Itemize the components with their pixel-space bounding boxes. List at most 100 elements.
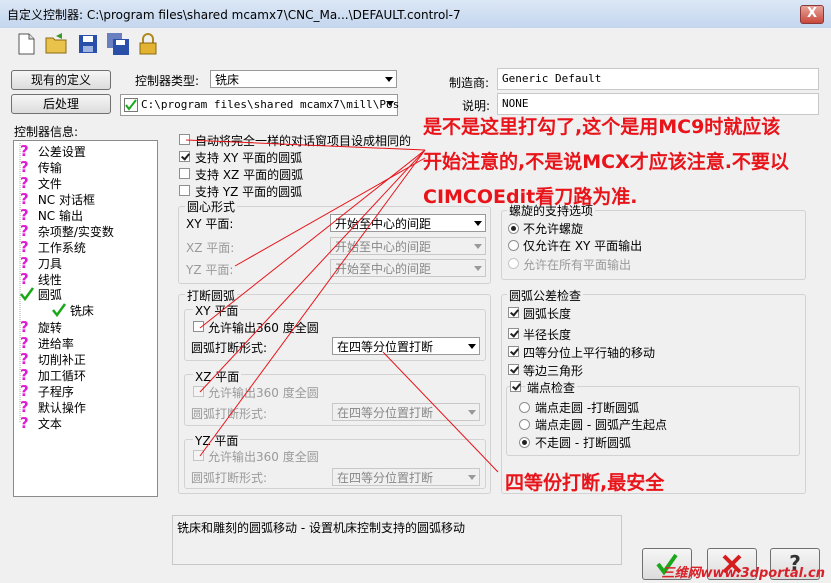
question-icon: ?: [20, 414, 29, 432]
question-icon: ?: [20, 190, 29, 208]
quad-move-checkbox[interactable]: [508, 346, 519, 357]
center-form-title: 圆心形式: [185, 198, 238, 215]
spiral-xy-radio[interactable]: [508, 240, 519, 251]
annotation-line1: 是不是这里打勾了,这个是用MC9时就应该: [423, 116, 781, 138]
post-path-select[interactable]: C:\program files\shared mcamx7\mill\Pos: [120, 94, 400, 116]
post-path-value: C:\program files\shared mcamx7\mill\Pos: [141, 98, 400, 111]
center-xz-label: XZ 平面:: [186, 241, 235, 255]
xz-form-label: 圆弧打断形式:: [191, 407, 268, 421]
tree-item-label: 文件: [37, 177, 62, 191]
question-icon: ?: [20, 254, 29, 272]
xz-form-value: 在四等分位置打断: [337, 406, 434, 420]
tree-item-mill[interactable]: 铣床: [52, 303, 94, 319]
question-icon: ?: [20, 318, 29, 336]
tree-item-subprogram[interactable]: ? 子程序: [20, 383, 74, 399]
save-icon[interactable]: [76, 32, 100, 56]
arc-length-checkbox[interactable]: [508, 307, 519, 318]
endpoint-start-label: 端点走圆 - 圆弧产生起点: [535, 418, 667, 432]
question-icon: ?: [20, 222, 29, 240]
tree-item-label: 公差设置: [37, 145, 86, 159]
center-xy-select[interactable]: 开始至中心的间距: [330, 214, 486, 232]
yz-form-label: 圆弧打断形式:: [191, 471, 268, 485]
tree-item-label: 刀具: [37, 257, 62, 271]
tree-item-label: 线性: [37, 273, 62, 287]
yz-form-value: 在四等分位置打断: [337, 471, 434, 485]
current-definition-button[interactable]: 现有的定义: [11, 70, 111, 90]
tree-item-file[interactable]: ? 文件: [20, 175, 62, 191]
equi-triangle-label: 等边三角形: [523, 364, 584, 378]
yz-arc-checkbox[interactable]: [179, 185, 190, 196]
xz-allow360-checkbox[interactable]: [193, 386, 204, 397]
tree-item-cycles[interactable]: ? 加工循环: [20, 367, 86, 383]
question-icon: ?: [20, 238, 29, 256]
controller-type-select[interactable]: 铣床: [210, 70, 397, 88]
xy-form-select[interactable]: 在四等分位置打断: [332, 337, 480, 355]
open-folder-icon[interactable]: [44, 32, 68, 56]
yz-allow360-label: 允许输出360 度全圆: [208, 450, 319, 464]
tree-item-work-system[interactable]: ? 工作系统: [20, 239, 86, 255]
center-yz-value: 开始至中心的间距: [335, 262, 432, 276]
tree-item-default-ops[interactable]: ? 默认操作: [20, 399, 86, 415]
manufacturer-field[interactable]: Generic Default: [497, 68, 819, 90]
radius-length-label: 半径长度: [523, 328, 572, 342]
new-file-icon[interactable]: [14, 32, 38, 56]
auto-same-label: 自动将完全一样的对话窗项目设成相同的: [195, 134, 412, 148]
tree-item-misc-vars[interactable]: ? 杂项整/实变数: [20, 223, 114, 239]
tree-item-rotary[interactable]: ? 旋转: [20, 319, 62, 335]
auto-same-checkbox[interactable]: [179, 134, 190, 145]
post-processor-button[interactable]: 后处理: [11, 94, 111, 114]
tree-item-tool[interactable]: ? 刀具: [20, 255, 62, 271]
green-check-icon: [20, 287, 35, 302]
question-icon: ?: [20, 350, 29, 368]
chevron-down-icon: [385, 77, 393, 82]
controller-info-label: 控制器信息:: [14, 125, 79, 139]
endpoint-checkbox[interactable]: [510, 381, 521, 392]
chevron-down-icon: [474, 266, 482, 271]
tree-item-label: 圆弧: [37, 288, 62, 302]
xy-allow360-checkbox[interactable]: [193, 321, 204, 332]
tree-item-label: 杂项整/实变数: [37, 225, 114, 239]
watermark: 三维网www.3dportal.cn: [661, 566, 825, 581]
tree-item-label: 子程序: [37, 385, 74, 399]
tree-item-tolerance[interactable]: ? 公差设置: [20, 143, 86, 159]
center-xz-value: 开始至中心的间距: [335, 240, 432, 254]
endpoint-start-radio[interactable]: [519, 419, 530, 430]
tree-item-nc-dialog[interactable]: ? NC 对话框: [20, 191, 95, 207]
xz-form-select[interactable]: 在四等分位置打断: [332, 403, 480, 421]
arc-length-label: 圆弧长度: [523, 307, 572, 321]
xz-arc-checkbox[interactable]: [179, 168, 190, 179]
xy-arc-checkbox[interactable]: [179, 151, 190, 162]
annotation-line2: 开始注意的,不是说MCX才应该注意.不要以: [423, 151, 789, 173]
yz-form-select[interactable]: 在四等分位置打断: [332, 468, 480, 486]
center-xz-select[interactable]: 开始至中心的间距: [330, 237, 486, 255]
close-button[interactable]: X: [800, 5, 824, 24]
spiral-no-radio[interactable]: [508, 223, 519, 234]
tree-item-linear[interactable]: ? 线性: [20, 271, 62, 287]
question-icon: ?: [20, 142, 29, 160]
spiral-all-radio[interactable]: [508, 258, 519, 269]
tree-item-arc[interactable]: 圆弧: [20, 287, 62, 303]
lock-icon[interactable]: [136, 32, 160, 56]
tree-item-cutter-comp[interactable]: ? 切削补正: [20, 351, 86, 367]
xy-arc-label: 支持 XY 平面的圆弧: [195, 151, 303, 165]
question-icon: ?: [20, 334, 29, 352]
yz-allow360-checkbox[interactable]: [193, 450, 204, 461]
chevron-down-icon: [468, 475, 476, 480]
question-icon: ?: [20, 270, 29, 288]
radius-length-checkbox[interactable]: [508, 328, 519, 339]
chevron-down-icon: [474, 221, 482, 226]
controller-type-value: 铣床: [215, 73, 240, 87]
center-yz-select[interactable]: 开始至中心的间距: [330, 259, 486, 277]
tree-item-nc-output[interactable]: ? NC 输出: [20, 207, 83, 223]
break-xy-title: XY 平面: [193, 302, 241, 319]
tree-item-feedrate[interactable]: ? 进给率: [20, 335, 74, 351]
endpoint-none-radio[interactable]: [519, 437, 530, 448]
tree-item-transfer[interactable]: ? 传输: [20, 159, 62, 175]
equi-triangle-checkbox[interactable]: [508, 364, 519, 375]
question-icon: ?: [20, 174, 29, 192]
chevron-down-icon: [468, 410, 476, 415]
tree-item-text[interactable]: ? 文本: [20, 415, 62, 431]
status-description: 铣床和雕刻的圆弧移动 - 设置机床控制支持的圆弧移动: [172, 515, 622, 565]
save-all-icon[interactable]: [106, 32, 130, 56]
endpoint-break-radio[interactable]: [519, 402, 530, 413]
